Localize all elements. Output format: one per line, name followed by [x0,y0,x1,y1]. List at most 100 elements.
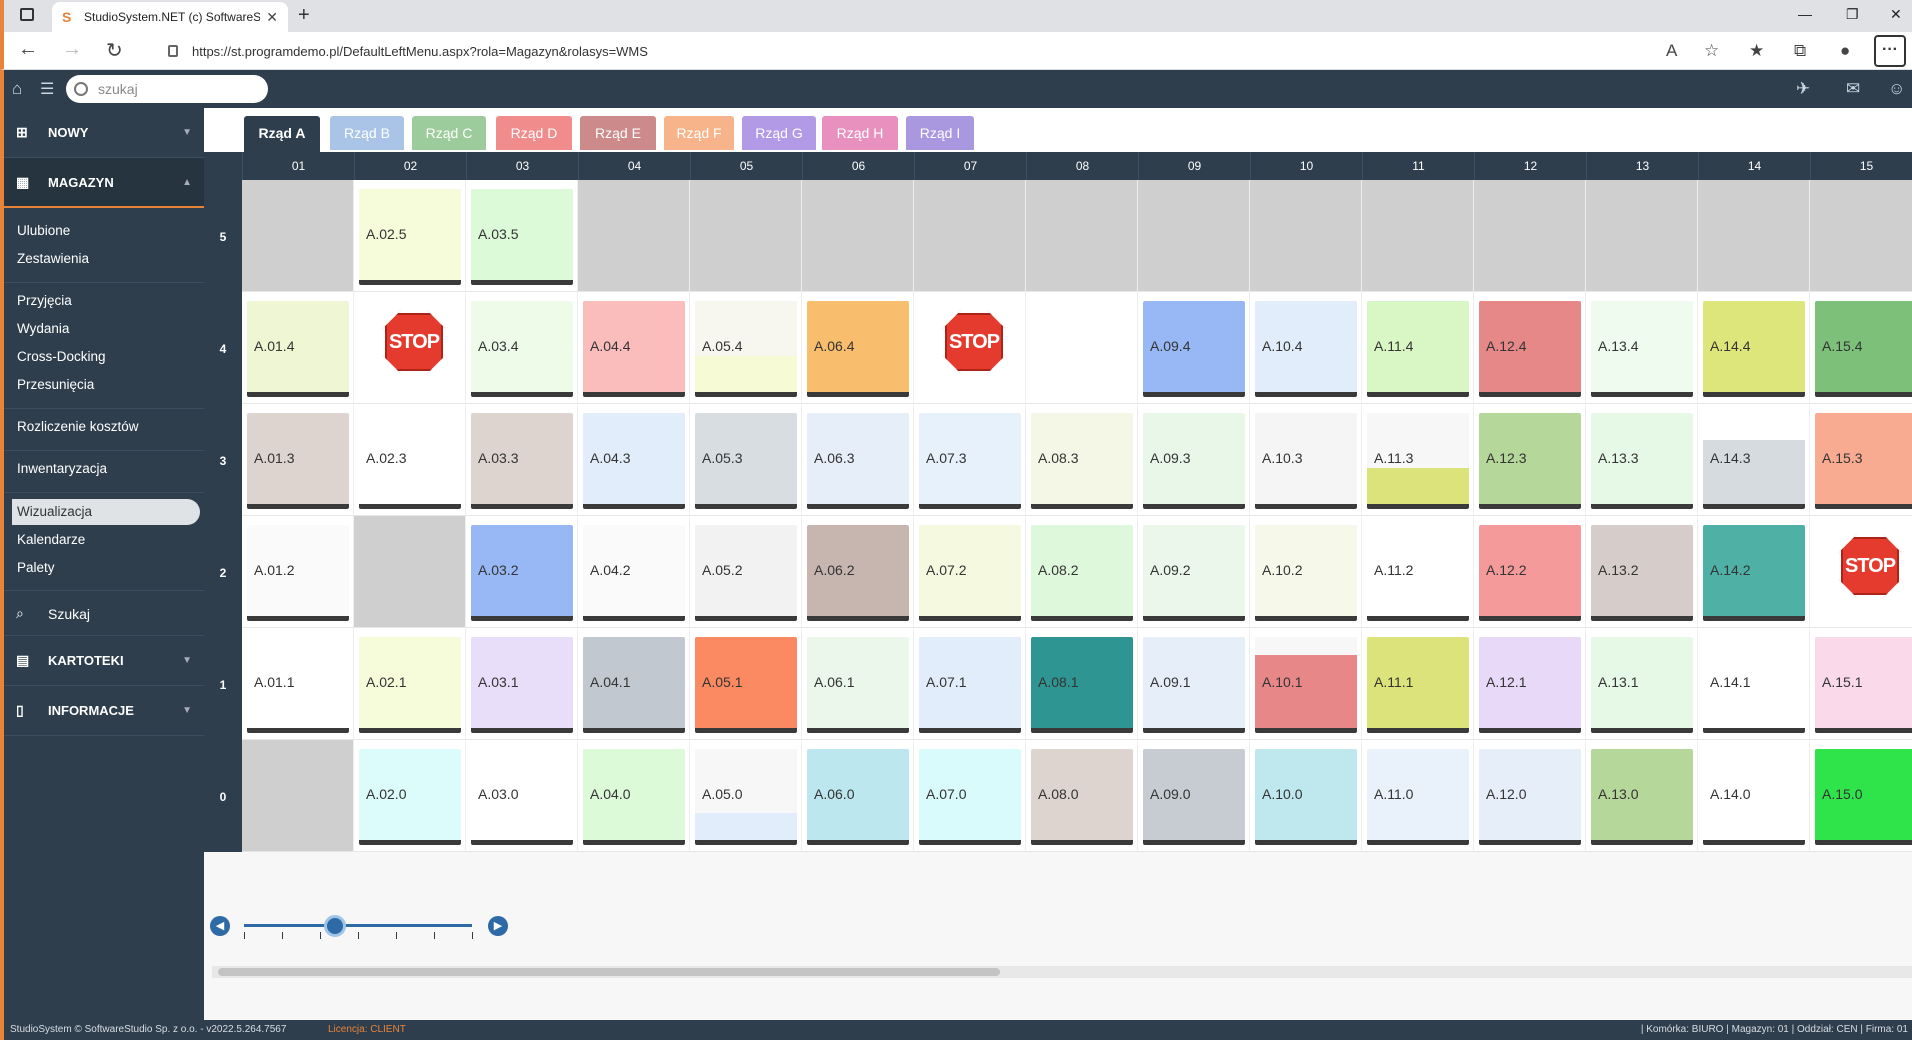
favorites-icon[interactable]: ★ [1749,41,1764,61]
tab-rzad-f[interactable]: Rząd F [664,116,734,150]
back-icon[interactable]: ← [18,38,38,61]
search-box[interactable] [66,75,268,103]
sidebar-nowy[interactable]: ⊞ NOWY ▼ [4,108,204,158]
location-box[interactable]: A.06.3 [807,413,909,509]
location-box[interactable]: A.14.4 [1703,301,1805,397]
tab-rzad-h[interactable]: Rząd H [822,116,898,150]
rack-location[interactable]: A.15.4 [1810,292,1912,404]
search-input[interactable] [98,81,248,97]
rack-location[interactable]: A.06.4 [802,292,914,404]
empty-slot[interactable] [1026,292,1138,404]
location-box[interactable]: A.07.2 [919,525,1021,621]
horizontal-scrollbar[interactable] [212,966,1912,978]
location-box[interactable]: A.13.3 [1591,413,1693,509]
location-box[interactable]: A.09.1 [1143,637,1245,733]
rack-location[interactable]: A.03.4 [466,292,578,404]
location-box[interactable]: A.06.2 [807,525,909,621]
slider-next-button[interactable]: ▶ [488,916,508,936]
location-box[interactable]: A.14.0 [1703,749,1805,845]
location-box[interactable]: A.13.2 [1591,525,1693,621]
tab-actions-icon[interactable] [20,8,34,21]
rack-location[interactable]: A.07.2 [914,516,1026,628]
sidebar-item-inwentaryzacja[interactable]: Inwentaryzacja [12,456,200,482]
sidebar-item-ulubione[interactable]: Ulubione [12,218,200,244]
restore-button[interactable]: ❐ [1846,6,1859,23]
home-icon[interactable]: ⌂ [12,79,22,99]
location-box[interactable]: A.03.4 [471,301,573,397]
sidebar-item-cross-docking[interactable]: Cross-Docking [12,344,200,370]
stop-slot[interactable]: STOP [354,292,466,404]
rack-location[interactable]: A.03.3 [466,404,578,516]
scrollbar-thumb[interactable] [218,968,1000,976]
stop-slot[interactable]: STOP [914,292,1026,404]
location-box[interactable]: A.11.1 [1367,637,1469,733]
rack-location[interactable]: A.05.2 [690,516,802,628]
rack-location[interactable]: A.03.1 [466,628,578,740]
blocked-slot[interactable] [1810,180,1912,292]
location-box[interactable]: A.13.4 [1591,301,1693,397]
location-box[interactable]: A.04.3 [583,413,685,509]
rack-location[interactable]: A.04.3 [578,404,690,516]
profile-icon[interactable]: ● [1840,41,1850,61]
rack-location[interactable]: A.10.2 [1250,516,1362,628]
rack-location[interactable]: A.13.2 [1586,516,1698,628]
minimize-button[interactable]: — [1798,6,1812,22]
location-box[interactable]: A.15.1 [1815,637,1912,733]
location-box[interactable]: A.01.3 [247,413,349,509]
location-box[interactable]: A.08.1 [1031,637,1133,733]
location-box[interactable]: A.06.0 [807,749,909,845]
sidebar-item-przyjecia[interactable]: Przyjęcia [12,288,200,314]
location-box[interactable]: A.05.4 [695,301,797,397]
blocked-slot[interactable] [1474,180,1586,292]
location-box[interactable]: A.03.3 [471,413,573,509]
rack-location[interactable]: A.14.2 [1698,516,1810,628]
location-box[interactable]: A.10.4 [1255,301,1357,397]
rack-location[interactable]: A.09.1 [1138,628,1250,740]
rack-location[interactable]: A.02.3 [354,404,466,516]
location-box[interactable]: A.14.2 [1703,525,1805,621]
rack-location[interactable]: A.15.1 [1810,628,1912,740]
rack-location[interactable]: A.14.1 [1698,628,1810,740]
rack-location[interactable]: A.02.0 [354,740,466,852]
location-box[interactable]: A.07.1 [919,637,1021,733]
location-box[interactable]: A.09.2 [1143,525,1245,621]
location-box[interactable]: A.03.2 [471,525,573,621]
rack-location[interactable]: A.01.2 [242,516,354,628]
location-box[interactable]: A.12.3 [1479,413,1581,509]
sidebar-item-przesuniecia[interactable]: Przesunięcia [12,372,200,398]
add-favorite-icon[interactable]: ☆ [1704,41,1719,61]
rack-location[interactable]: A.09.4 [1138,292,1250,404]
rack-location[interactable]: A.11.1 [1362,628,1474,740]
rack-location[interactable]: A.11.3 [1362,404,1474,516]
read-aloud-icon[interactable]: A [1666,41,1677,61]
rack-location[interactable]: A.09.0 [1138,740,1250,852]
rack-location[interactable]: A.05.0 [690,740,802,852]
location-box[interactable]: A.03.5 [471,189,573,285]
rack-location[interactable]: A.11.2 [1362,516,1474,628]
location-box[interactable]: A.09.4 [1143,301,1245,397]
address-bar[interactable]: https://st.programdemo.pl/DefaultLeftMen… [154,36,1684,66]
rack-location[interactable]: A.08.3 [1026,404,1138,516]
rack-location[interactable]: A.13.1 [1586,628,1698,740]
rack-location[interactable]: A.06.1 [802,628,914,740]
rack-location[interactable]: A.12.0 [1474,740,1586,852]
location-box[interactable]: A.08.2 [1031,525,1133,621]
rack-location[interactable]: A.10.4 [1250,292,1362,404]
rack-location[interactable]: A.08.1 [1026,628,1138,740]
location-box[interactable]: A.15.0 [1815,749,1912,845]
rack-location[interactable]: A.02.1 [354,628,466,740]
sidebar-item-wizualizacja[interactable]: Wizualizacja [12,499,200,525]
blocked-slot[interactable] [578,180,690,292]
rack-location[interactable]: A.08.2 [1026,516,1138,628]
location-box[interactable]: A.05.0 [695,749,797,845]
rack-location[interactable]: A.07.1 [914,628,1026,740]
location-box[interactable]: A.03.0 [471,749,573,845]
rack-location[interactable]: A.05.3 [690,404,802,516]
location-box[interactable]: A.01.4 [247,301,349,397]
rack-location[interactable]: A.10.3 [1250,404,1362,516]
location-box[interactable]: A.12.2 [1479,525,1581,621]
location-box[interactable]: A.07.0 [919,749,1021,845]
rack-location[interactable]: A.12.4 [1474,292,1586,404]
slider-handle[interactable] [324,915,347,937]
tab-rzad-c[interactable]: Rząd C [412,116,486,150]
